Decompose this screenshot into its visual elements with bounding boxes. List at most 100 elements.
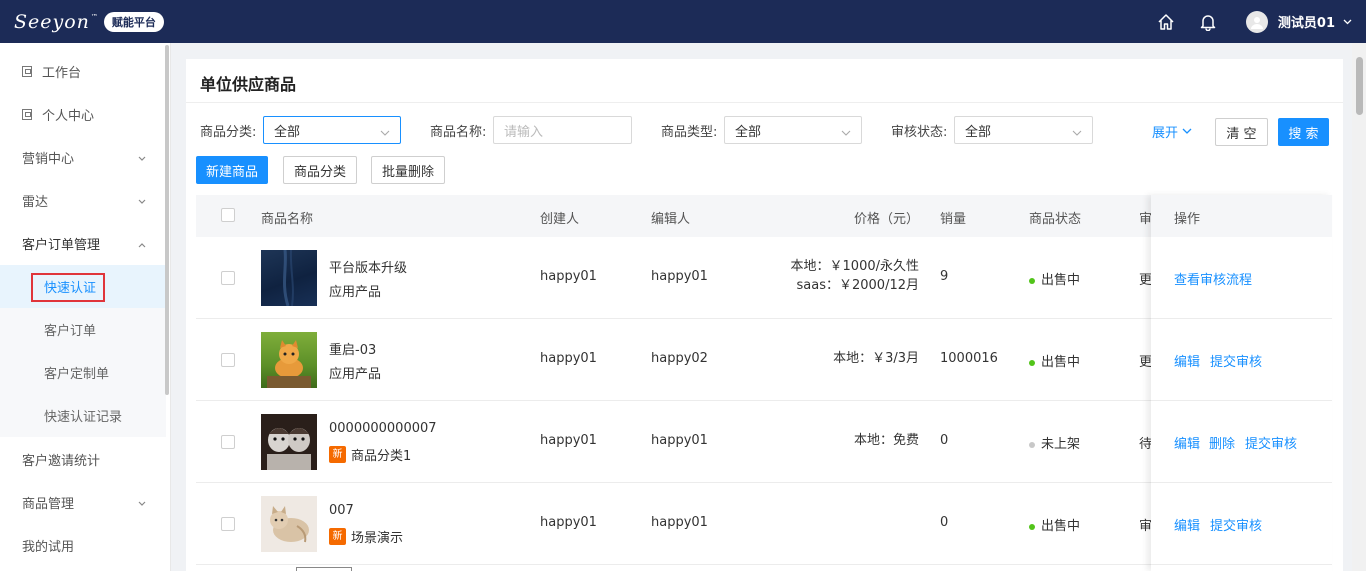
price-line: saas：￥2000/12月 bbox=[796, 278, 920, 293]
price-line: 本地：免费 bbox=[853, 433, 919, 448]
creator: happy01 bbox=[540, 269, 597, 284]
ops-row: 编辑 提交审核 bbox=[1151, 483, 1332, 565]
select-all-checkbox[interactable] bbox=[221, 208, 235, 222]
type-select[interactable]: 全部 bbox=[724, 116, 862, 144]
sidebar-item-my-trial[interactable]: 我的试用 bbox=[0, 524, 166, 567]
sidebar-item-label: 雷达 bbox=[22, 195, 49, 210]
row-checkbox[interactable] bbox=[221, 271, 235, 285]
product-thumbnail[interactable] bbox=[261, 332, 317, 388]
logo-text: Seeyon bbox=[14, 11, 90, 33]
horizontal-scroll-hint bbox=[296, 567, 352, 571]
header-editor: 编辑人 bbox=[651, 212, 691, 227]
product-type: 应用产品 bbox=[329, 363, 381, 382]
sidebar-item-invite-stats[interactable]: 客户邀请统计 bbox=[0, 438, 166, 481]
home-icon[interactable] bbox=[1156, 12, 1176, 32]
sidebar-item-label: 我的试用 bbox=[22, 540, 75, 555]
top-bar: Seeyon ™ 赋能平台 测试员01 bbox=[0, 0, 1366, 43]
sidebar-item-marketing-center[interactable]: 营销中心 bbox=[0, 136, 166, 179]
logo-trademark: ™ bbox=[90, 13, 98, 21]
sidebar: 工作台 个人中心 营销中心 雷达 客户订单管理 快速认证 客户订单 客户定制单 … bbox=[0, 43, 171, 571]
chevron-down-icon[interactable] bbox=[1343, 14, 1352, 29]
sidebar-item-label: 客户订单管理 bbox=[22, 238, 101, 253]
name-filter-label: 商品名称: bbox=[430, 125, 487, 140]
status: 未上架 bbox=[1029, 433, 1080, 452]
editor: happy02 bbox=[651, 351, 708, 366]
page-scrollbar-thumb[interactable] bbox=[1356, 57, 1363, 115]
status-dot bbox=[1029, 441, 1035, 448]
submit-audit-link[interactable]: 提交审核 bbox=[1210, 351, 1262, 370]
status-dot bbox=[1029, 523, 1035, 530]
edit-link[interactable]: 编辑 bbox=[1174, 515, 1200, 534]
submit-audit-link[interactable]: 提交审核 bbox=[1210, 515, 1262, 534]
expand-filters-link[interactable]: 展开 bbox=[1152, 122, 1192, 141]
product-type-label: 场景演示 bbox=[351, 531, 404, 546]
creator: happy01 bbox=[540, 433, 597, 448]
row-checkbox[interactable] bbox=[221, 517, 235, 531]
new-product-button[interactable]: 新建商品 bbox=[196, 156, 268, 184]
sidebar-item-label: 营销中心 bbox=[22, 152, 75, 167]
main-panel: 单位供应商品 商品分类: 全部 商品名称: 请输入 商品类型: 全部 审核状态:… bbox=[186, 59, 1343, 571]
row-checkbox[interactable] bbox=[221, 353, 235, 367]
product-thumbnail[interactable] bbox=[261, 250, 317, 306]
name-input[interactable]: 请输入 bbox=[493, 116, 632, 144]
chevron-down-icon bbox=[1072, 126, 1082, 141]
editor: happy01 bbox=[651, 515, 708, 530]
type-select-value: 全部 bbox=[735, 124, 762, 140]
category-select[interactable]: 全部 bbox=[263, 116, 401, 144]
view-audit-flow-link[interactable]: 查看审核流程 bbox=[1174, 269, 1252, 288]
delete-link[interactable]: 删除 bbox=[1209, 433, 1235, 452]
sidebar-item-radar[interactable]: 雷达 bbox=[0, 179, 166, 222]
logo[interactable]: Seeyon ™ 赋能平台 bbox=[14, 10, 164, 34]
chevron-up-icon bbox=[138, 237, 146, 252]
edit-link[interactable]: 编辑 bbox=[1174, 351, 1200, 370]
document-icon bbox=[22, 109, 32, 120]
editor: happy01 bbox=[651, 433, 708, 448]
sales: 1000016 bbox=[940, 351, 998, 366]
user-name[interactable]: 测试员01 bbox=[1278, 12, 1335, 31]
chevron-down-icon bbox=[380, 126, 390, 141]
product-type-label: 应用产品 bbox=[329, 285, 382, 300]
price-line: 本地：￥3/3月 bbox=[833, 351, 919, 366]
row-checkbox[interactable] bbox=[221, 435, 235, 449]
audit-select[interactable]: 全部 bbox=[954, 116, 1093, 144]
operations-column: 操作 查看审核流程 编辑 提交审核 编辑 删除 提交审核 编辑 提交审核 bbox=[1151, 195, 1332, 571]
sidebar-subitem-customer-order[interactable]: 客户订单 bbox=[0, 308, 166, 351]
sidebar-subitem-quick-auth-records[interactable]: 快速认证记录 bbox=[0, 394, 166, 437]
search-button[interactable]: 搜 索 bbox=[1278, 118, 1329, 146]
sidebar-scrollbar[interactable] bbox=[165, 45, 169, 395]
ops-row: 编辑 删除 提交审核 bbox=[1151, 401, 1332, 483]
submit-audit-link[interactable]: 提交审核 bbox=[1245, 433, 1297, 452]
header-price: 价格（元） bbox=[853, 212, 919, 227]
sales: 0 bbox=[940, 433, 949, 448]
product-thumbnail[interactable] bbox=[261, 496, 317, 552]
price-line: 本地：￥1000/永久性 bbox=[790, 259, 919, 274]
product-name: 平台版本升级 bbox=[329, 261, 408, 276]
operations-header: 操作 bbox=[1151, 195, 1332, 237]
product-type: 新场景演示 bbox=[329, 527, 403, 546]
sales: 0 bbox=[940, 515, 949, 530]
header-ops: 操作 bbox=[1174, 212, 1201, 227]
status-label: 出售中 bbox=[1041, 273, 1081, 288]
chevron-down-icon bbox=[138, 194, 146, 209]
audit-filter-label: 审核状态: bbox=[891, 125, 948, 140]
name-input-placeholder: 请输入 bbox=[504, 124, 544, 140]
user-avatar-icon[interactable] bbox=[1245, 10, 1268, 33]
divider bbox=[186, 102, 1343, 103]
status-label: 未上架 bbox=[1041, 437, 1081, 452]
sidebar-subitem-custom-order[interactable]: 客户定制单 bbox=[0, 351, 166, 394]
sidebar-item-label: 工作台 bbox=[42, 66, 82, 81]
batch-delete-button[interactable]: 批量删除 bbox=[371, 156, 445, 184]
product-category-button[interactable]: 商品分类 bbox=[283, 156, 357, 184]
sidebar-item-product-management[interactable]: 商品管理 bbox=[0, 481, 166, 524]
sidebar-item-workbench[interactable]: 工作台 bbox=[0, 50, 166, 93]
bell-icon[interactable] bbox=[1198, 12, 1218, 32]
status-dot bbox=[1029, 277, 1035, 284]
clear-button[interactable]: 清 空 bbox=[1215, 118, 1268, 146]
type-filter-label: 商品类型: bbox=[661, 125, 718, 140]
sidebar-item-customer-orders[interactable]: 客户订单管理 bbox=[0, 222, 166, 265]
sales: 9 bbox=[940, 269, 949, 284]
sidebar-item-personal-center[interactable]: 个人中心 bbox=[0, 93, 166, 136]
edit-link[interactable]: 编辑 bbox=[1174, 433, 1200, 452]
product-thumbnail[interactable] bbox=[261, 414, 317, 470]
page-scrollbar[interactable] bbox=[1352, 43, 1366, 571]
